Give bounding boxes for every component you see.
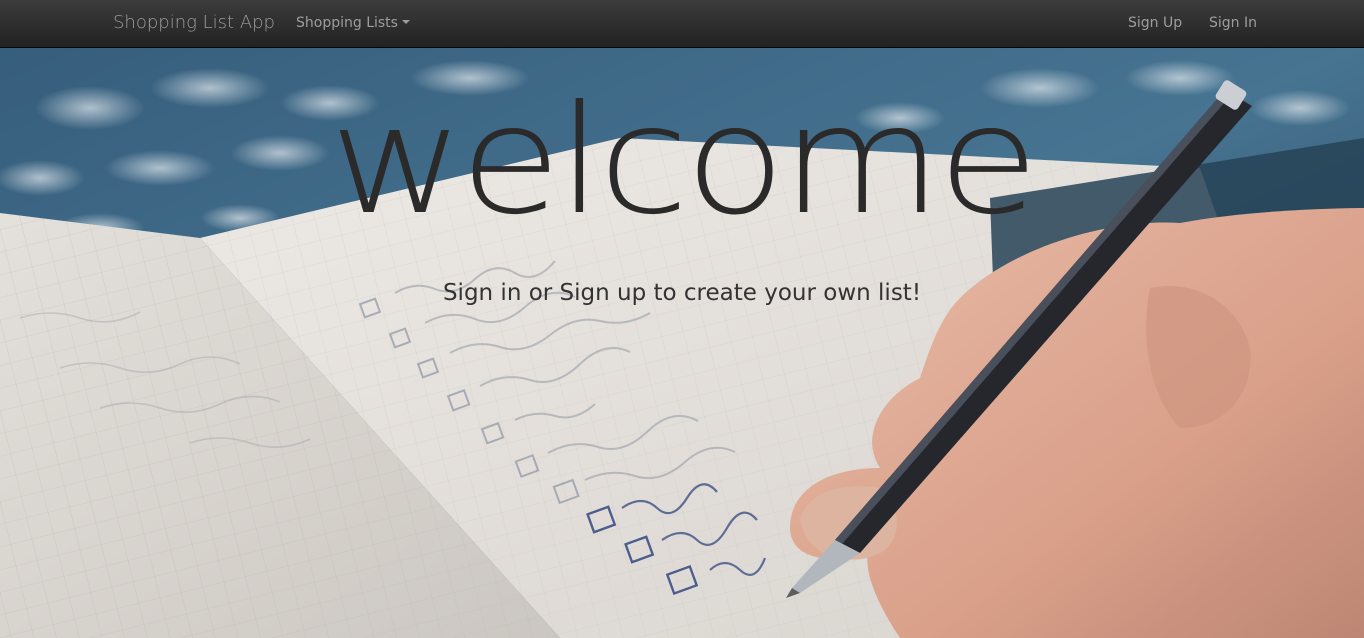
caret-down-icon [401, 20, 410, 24]
brand-link[interactable]: Shopping List App [113, 12, 275, 33]
shopping-lists-dropdown[interactable]: Shopping Lists [296, 15, 410, 31]
sign-up-link[interactable]: Sign Up [1128, 15, 1182, 31]
welcome-heading: welcome [329, 74, 1039, 248]
shopping-lists-dropdown-label: Shopping Lists [296, 15, 398, 31]
hero-section: welcome Sign in or Sign up to create you… [0, 48, 1364, 638]
top-navbar: Shopping List App Shopping Lists Sign Up… [0, 0, 1364, 48]
hero-tagline: Sign in or Sign up to create your own li… [442, 280, 922, 306]
sign-in-link[interactable]: Sign In [1209, 15, 1257, 31]
